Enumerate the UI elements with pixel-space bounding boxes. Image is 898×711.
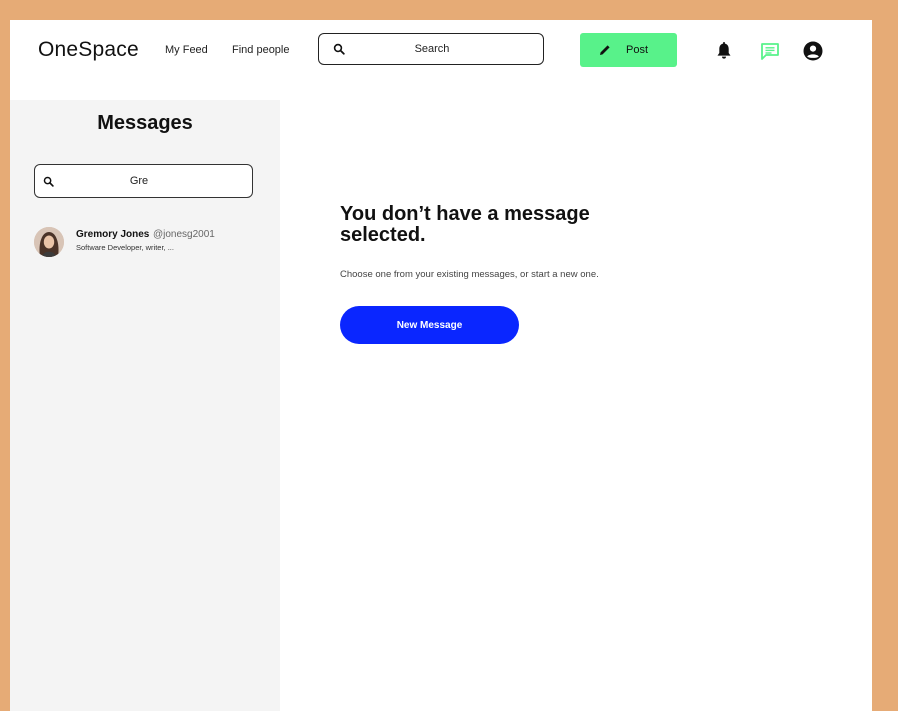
avatar bbox=[34, 227, 64, 257]
contact-name: Gremory Jones bbox=[76, 229, 150, 240]
post-button[interactable]: Post bbox=[580, 33, 677, 67]
message-search-input[interactable] bbox=[59, 167, 219, 195]
contact-bio: Software Developer, writer, ... bbox=[76, 243, 174, 252]
chat-icon[interactable] bbox=[759, 40, 781, 62]
sidebar-title: Messages bbox=[97, 112, 193, 134]
new-message-button[interactable]: New Message bbox=[340, 306, 519, 344]
post-button-label: Post bbox=[626, 44, 649, 56]
message-search-box[interactable] bbox=[34, 164, 253, 198]
global-search-input[interactable] bbox=[349, 35, 515, 63]
pencil-icon bbox=[599, 44, 611, 56]
global-search-box[interactable] bbox=[318, 33, 544, 65]
contact-handle: @jonesg2001 bbox=[153, 229, 215, 240]
empty-state-subtitle: Choose one from your existing messages, … bbox=[340, 269, 599, 280]
empty-state-title: You don’t have a message selected. bbox=[340, 203, 590, 246]
brand-logo[interactable]: OneSpace bbox=[38, 38, 139, 62]
nav-find-people[interactable]: Find people bbox=[232, 44, 290, 56]
top-navigation-bar: OneSpace My Feed Find people Post bbox=[10, 20, 872, 100]
nav-my-feed[interactable]: My Feed bbox=[165, 44, 208, 56]
bell-icon[interactable] bbox=[713, 40, 735, 62]
app-window: OneSpace My Feed Find people Post bbox=[10, 20, 872, 711]
account-icon[interactable] bbox=[802, 40, 824, 62]
contact-list-item[interactable]: Gremory Jones @jonesg2001 Software Devel… bbox=[34, 225, 264, 259]
search-icon bbox=[333, 43, 345, 55]
search-icon bbox=[43, 176, 54, 187]
messages-sidebar: Messages Gremory Jones @jonesg2001 bbox=[10, 100, 280, 711]
